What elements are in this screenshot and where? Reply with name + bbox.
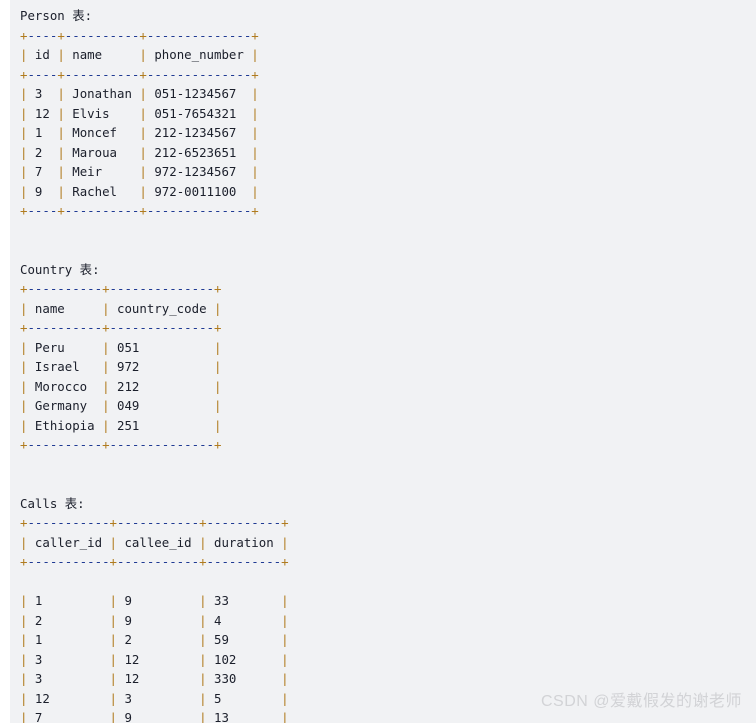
screenshot-root: Person 表: +----+----------+--------------…: [0, 0, 756, 723]
csdn-watermark: CSDN @爱戴假发的谢老师: [540, 693, 742, 710]
ascii-table-output: Person 表: +----+----------+--------------…: [20, 8, 289, 723]
code-block-panel: Person 表: +----+----------+--------------…: [10, 0, 756, 723]
